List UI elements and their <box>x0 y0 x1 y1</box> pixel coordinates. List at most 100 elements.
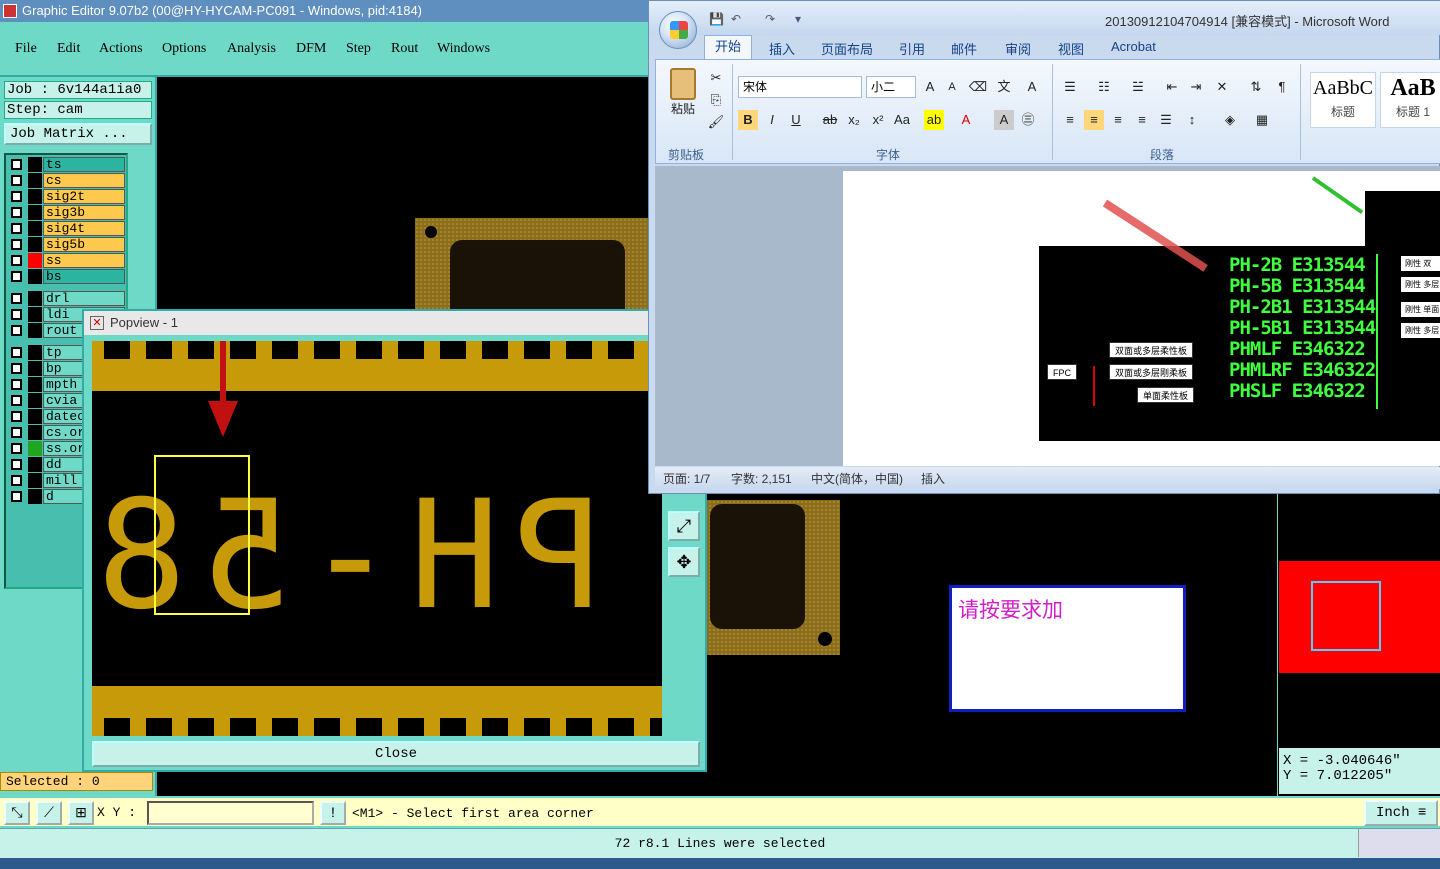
tab-references[interactable]: 引用 <box>899 39 925 58</box>
menu-actions[interactable]: Actions <box>99 41 143 57</box>
layer-checkbox[interactable] <box>11 347 22 358</box>
tab-view[interactable]: 视图 <box>1058 39 1084 58</box>
tab-review[interactable]: 审阅 <box>1005 39 1031 58</box>
measure-tool-icon[interactable]: ⟋ <box>36 801 62 825</box>
document-area[interactable]: PH-2B E313544 PH-5B E313544 PH-2B1 E3135… <box>655 166 1440 466</box>
sort-icon[interactable]: ⇅ <box>1246 77 1266 97</box>
font-color-icon[interactable]: A <box>956 110 976 130</box>
redo-icon[interactable]: ↷ <box>765 12 775 26</box>
document-page[interactable]: PH-2B E313544 PH-5B E313544 PH-2B1 E3135… <box>843 171 1440 466</box>
close-icon[interactable]: ✕ <box>90 316 104 330</box>
layer-checkbox[interactable] <box>11 271 22 282</box>
phonetic-icon[interactable]: 文 <box>994 77 1014 97</box>
layer-checkbox[interactable] <box>11 293 22 304</box>
shrink-font-icon[interactable]: A <box>942 77 962 97</box>
highlight-icon[interactable]: ab <box>924 110 944 130</box>
italic-icon[interactable]: I <box>762 110 782 130</box>
style-heading[interactable]: AaBbC 标题 <box>1310 72 1376 128</box>
char-border-icon[interactable]: A <box>1022 77 1042 97</box>
char-shading-icon[interactable]: A <box>994 110 1014 130</box>
layer-name[interactable]: bs <box>43 269 125 284</box>
enclose-char-icon[interactable]: ㊂ <box>1018 110 1038 130</box>
menu-edit[interactable]: Edit <box>57 41 80 57</box>
menu-dfm[interactable]: DFM <box>296 41 326 57</box>
unit-select[interactable]: Inch ≡ <box>1364 800 1438 826</box>
layer-checkbox[interactable] <box>11 363 22 374</box>
menu-file[interactable]: File <box>15 41 37 57</box>
style-heading-1[interactable]: AaB 标题 1 <box>1380 72 1440 128</box>
layer-checkbox[interactable] <box>11 491 22 502</box>
borders-icon[interactable]: ▦ <box>1252 110 1272 130</box>
decrease-indent-icon[interactable]: ⇤ <box>1162 77 1182 97</box>
layer-checkbox[interactable] <box>11 239 22 250</box>
layer-checkbox[interactable] <box>11 325 22 336</box>
layer-row[interactable]: sig5b <box>8 237 126 252</box>
font-size-select[interactable]: 小二 <box>866 76 916 98</box>
layer-name[interactable]: sig2t <box>43 189 125 204</box>
paste-button[interactable]: 粘贴 <box>666 66 700 130</box>
layer-name[interactable]: sig3b <box>43 205 125 220</box>
layer-row[interactable]: cs <box>8 173 126 188</box>
grow-font-icon[interactable]: A <box>920 77 940 97</box>
layer-row[interactable]: bs <box>8 269 126 284</box>
increase-indent-icon[interactable]: ⇥ <box>1186 77 1206 97</box>
change-case-icon[interactable]: Aa <box>892 110 912 130</box>
show-marks-icon[interactable]: ¶ <box>1272 77 1292 97</box>
layer-checkbox[interactable] <box>11 395 22 406</box>
layer-checkbox[interactable] <box>11 459 22 470</box>
status-words[interactable]: 字数: 2,151 <box>731 470 792 487</box>
bullets-icon[interactable]: ☰ <box>1060 77 1080 97</box>
layer-checkbox[interactable] <box>11 207 22 218</box>
clear-format-icon[interactable]: ⌫ <box>968 77 988 97</box>
layer-checkbox[interactable] <box>11 475 22 486</box>
tab-page-layout[interactable]: 页面布局 <box>821 39 873 58</box>
status-mode[interactable]: 插入 <box>921 470 945 487</box>
layer-checkbox[interactable] <box>11 223 22 234</box>
bold-icon[interactable]: B <box>738 110 758 130</box>
layer-checkbox[interactable] <box>11 427 22 438</box>
layer-row[interactable]: ss <box>8 253 126 268</box>
strikethrough-icon[interactable]: ab <box>820 110 840 130</box>
subscript-icon[interactable]: x₂ <box>844 110 864 130</box>
alert-icon[interactable]: ! <box>320 801 346 825</box>
layer-checkbox[interactable] <box>11 379 22 390</box>
undo-icon[interactable]: ↶ <box>731 12 741 26</box>
menu-options[interactable]: Options <box>162 41 206 57</box>
job-matrix-button[interactable]: Job Matrix ... <box>4 123 152 145</box>
copy-icon[interactable]: ⎘ <box>706 90 726 110</box>
zoom-fit-icon[interactable]: ⤢ <box>668 511 700 541</box>
popview-close-button[interactable]: Close <box>92 741 700 767</box>
xy-input[interactable] <box>147 801 314 825</box>
cut-icon[interactable]: ✂ <box>706 68 726 88</box>
layer-name[interactable]: ts <box>43 157 125 172</box>
underline-icon[interactable]: U <box>786 110 806 130</box>
superscript-icon[interactable]: x² <box>868 110 888 130</box>
tab-insert[interactable]: 插入 <box>769 39 795 58</box>
numbering-icon[interactable]: ☷ <box>1094 77 1114 97</box>
distribute-icon[interactable]: ☰ <box>1156 110 1176 130</box>
layer-name[interactable]: drl <box>43 291 125 306</box>
layer-checkbox[interactable] <box>11 255 22 266</box>
layer-name[interactable]: cs <box>43 173 125 188</box>
layer-name[interactable]: sig5b <box>43 237 125 252</box>
layer-checkbox[interactable] <box>11 191 22 202</box>
align-left-icon[interactable]: ≡ <box>1060 110 1080 130</box>
multilevel-list-icon[interactable]: ☱ <box>1128 77 1148 97</box>
status-page[interactable]: 页面: 1/7 <box>663 470 710 487</box>
customize-qat-icon[interactable]: ▾ <box>795 12 801 26</box>
select-tool-icon[interactable]: ⤡ <box>4 801 30 825</box>
layer-checkbox[interactable] <box>11 175 22 186</box>
tab-acrobat[interactable]: Acrobat <box>1111 39 1156 54</box>
format-painter-icon[interactable]: 🖌 <box>706 112 726 132</box>
align-center-icon[interactable]: ≡ <box>1084 110 1104 130</box>
align-right-icon[interactable]: ≡ <box>1108 110 1128 130</box>
layer-row[interactable]: sig2t <box>8 189 126 204</box>
layer-checkbox[interactable] <box>11 411 22 422</box>
layer-row[interactable]: ts <box>8 157 126 172</box>
menu-windows[interactable]: Windows <box>437 41 490 57</box>
menu-step[interactable]: Step <box>346 41 371 57</box>
shading-icon[interactable]: ◈ <box>1220 110 1240 130</box>
tab-mailings[interactable]: 邮件 <box>951 39 977 58</box>
save-icon[interactable]: 💾 <box>709 12 724 26</box>
menu-analysis[interactable]: Analysis <box>227 41 276 57</box>
